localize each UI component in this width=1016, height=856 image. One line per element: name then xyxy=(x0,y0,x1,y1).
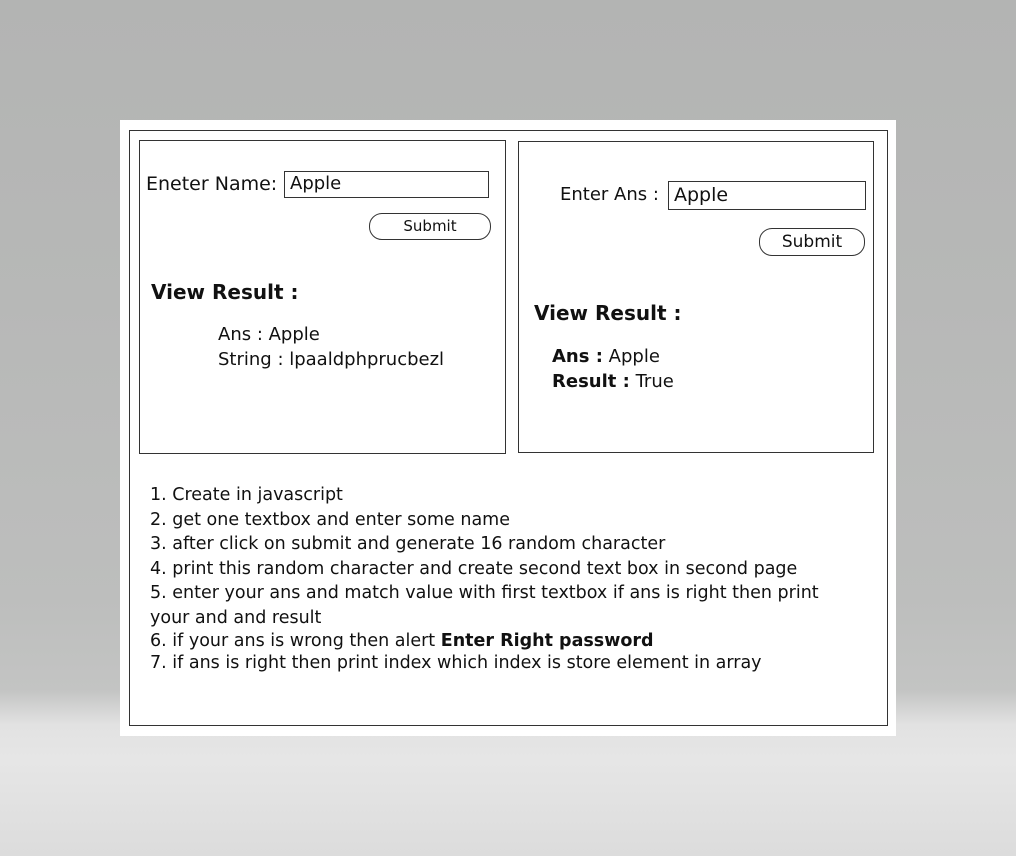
ans-label: Enter Ans : xyxy=(560,184,659,205)
instruction-item: 7. if ans is right then print index whic… xyxy=(150,653,762,673)
instructions-list: 1. Create in javascript 2. get one textb… xyxy=(150,483,860,674)
instruction-item: 6. if your ans is wrong then alert Enter… xyxy=(150,630,860,652)
instruction-item: 1. Create in javascript xyxy=(150,485,343,505)
instruction-item: 2. get one textbox and enter some name xyxy=(150,509,510,530)
instruction-item: 5. enter your ans and match value with f… xyxy=(150,583,819,628)
name-label: Eneter Name: xyxy=(146,173,278,195)
ans-submit-button[interactable]: Submit xyxy=(759,228,865,256)
mockup-sheet: Eneter Name: Apple Submit View Result : … xyxy=(120,120,896,736)
instruction-text: 6. if your ans is wrong then alert xyxy=(150,631,436,651)
name-entry-panel: Eneter Name: Apple Submit View Result : … xyxy=(139,140,506,454)
name-submit-button[interactable]: Submit xyxy=(369,213,491,240)
ans-result-line: Ans : Apple xyxy=(218,324,320,345)
result-key: Result : xyxy=(552,371,630,392)
ans-result-line: Ans : Apple xyxy=(552,346,660,367)
instruction-item: 4. print this random character and creat… xyxy=(150,558,798,579)
ans-input[interactable]: Apple xyxy=(668,181,866,210)
view-result-heading: View Result : xyxy=(534,301,682,325)
ans-key: Ans : xyxy=(552,346,603,367)
random-string-line: String : lpaaldphprucbezl xyxy=(218,349,445,370)
view-result-heading: View Result : xyxy=(151,280,299,304)
ans-value: Apple xyxy=(608,346,660,367)
match-result-line: Result : True xyxy=(552,371,674,392)
result-value: True xyxy=(635,371,674,392)
instruction-item: 3. after click on submit and generate 16… xyxy=(150,534,666,554)
answer-check-panel: Enter Ans : Apple Submit View Result : A… xyxy=(518,141,874,453)
alert-message: Enter Right password xyxy=(440,631,654,651)
name-input[interactable]: Apple xyxy=(284,171,489,198)
